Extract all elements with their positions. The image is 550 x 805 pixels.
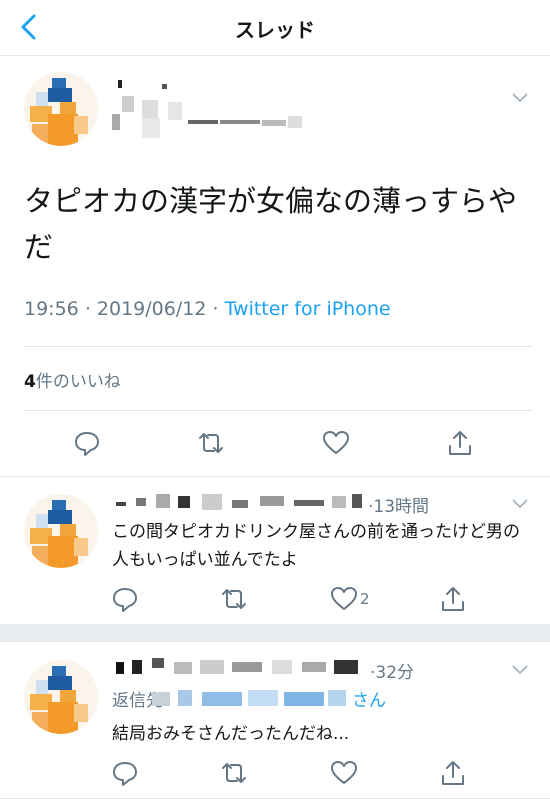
likes-summary[interactable]: 4件のいいね [24, 367, 121, 392]
tweet-time: 19:56 [24, 298, 79, 320]
page-title: スレッド [235, 18, 315, 42]
replying-handle-suffix[interactable]: さん [352, 686, 386, 711]
like-button[interactable] [321, 428, 351, 458]
heart-icon [331, 761, 357, 784]
like-button[interactable] [329, 758, 359, 788]
redacted-user-name [112, 492, 364, 516]
share-button[interactable] [438, 584, 468, 614]
meta-separator: · [84, 298, 91, 320]
tweet-client-link[interactable]: Twitter for iPhone [225, 298, 391, 320]
retweet-button[interactable] [196, 428, 226, 458]
divider [24, 346, 532, 347]
reply-button[interactable] [110, 758, 140, 788]
redacted-user-name [112, 656, 366, 680]
likes-label: 件のいいね [35, 372, 121, 392]
thread-gap [0, 625, 550, 641]
top-bar: スレッド [0, 0, 550, 56]
tweet-date: 2019/06/12 [96, 298, 207, 320]
divider [0, 798, 550, 799]
reply-time-value: 13時間 [373, 497, 430, 517]
reply-text: この間タピオカドリンク屋さんの前を通ったけど男の人もいっぱい並んでたよ [112, 522, 520, 570]
divider [24, 410, 532, 411]
retweet-button[interactable] [219, 758, 249, 788]
avatar[interactable] [24, 494, 98, 568]
tweet-text: タピオカの漢字が女偏なの薄っすらやだ [24, 184, 518, 264]
tweet-meta: 19:56 · 2019/06/12 · Twitter for iPhone [24, 298, 391, 320]
reply-icon [75, 432, 99, 456]
reply-button[interactable] [72, 428, 102, 458]
divider [0, 476, 550, 477]
redacted-replying-handle [148, 688, 348, 708]
share-icon [449, 431, 471, 455]
divider [0, 641, 550, 642]
avatar[interactable] [24, 72, 98, 146]
reply-text: 結局おみそさんだったんだね... [112, 724, 350, 744]
likes-count: 4 [24, 372, 36, 392]
retweet-button[interactable] [219, 584, 249, 614]
avatar[interactable] [24, 660, 98, 734]
retweet-icon [199, 433, 223, 453]
heart-icon [323, 431, 349, 454]
heart-icon [331, 587, 357, 610]
share-button[interactable] [445, 428, 475, 458]
replying-to: 返信先 さん [112, 686, 386, 711]
retweet-icon [222, 589, 246, 609]
reply-icon [113, 588, 137, 612]
reply-time: ·32分 [370, 658, 414, 683]
reply-time-value: 32分 [375, 663, 415, 683]
reply-time: ·13時間 [368, 492, 429, 517]
share-icon [442, 587, 464, 611]
chevron-down-icon[interactable] [510, 90, 530, 104]
like-count: 2 [360, 590, 370, 608]
redacted-user-name [112, 80, 312, 140]
reply-button[interactable] [110, 584, 140, 614]
share-button[interactable] [438, 758, 468, 788]
like-button[interactable] [329, 584, 359, 614]
chevron-down-icon[interactable] [510, 662, 530, 676]
share-icon [442, 761, 464, 785]
retweet-icon [222, 763, 246, 783]
meta-separator: · [212, 298, 219, 320]
chevron-down-icon[interactable] [510, 496, 530, 510]
reply-icon [113, 762, 137, 786]
